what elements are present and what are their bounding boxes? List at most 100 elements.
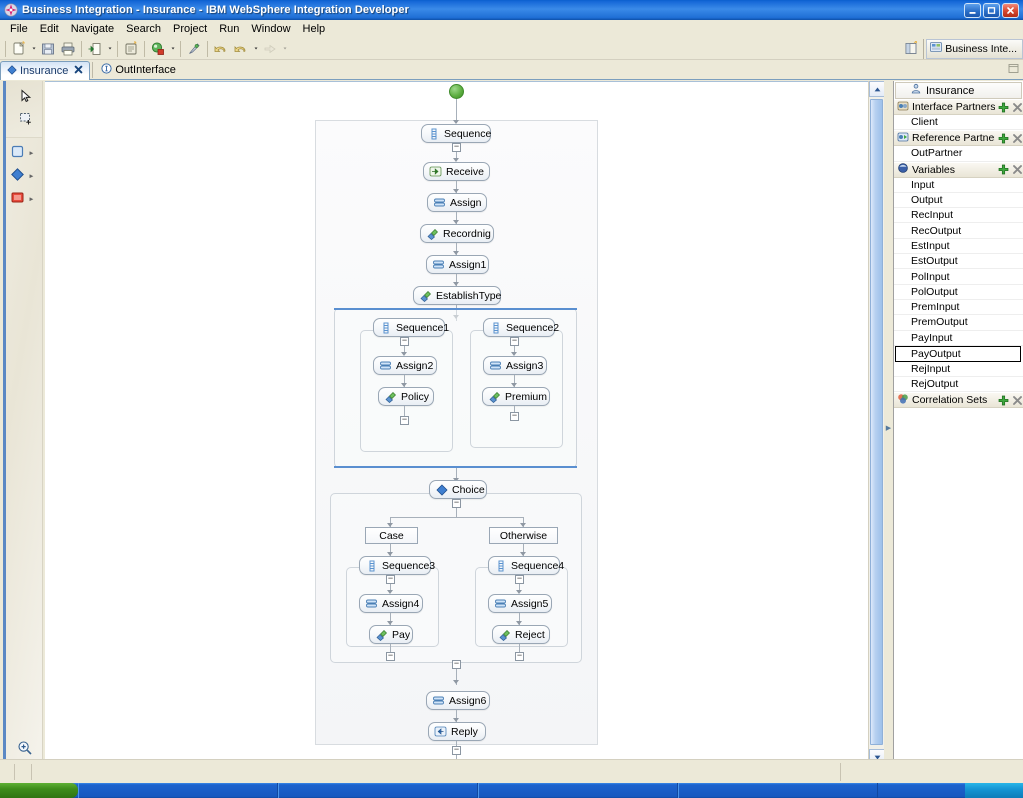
close-button[interactable]: [1002, 2, 1019, 18]
tab-outinterface[interactable]: OutInterface: [95, 60, 182, 79]
outline-item-estoutput[interactable]: EstOutput: [894, 254, 1023, 270]
menu-project[interactable]: Project: [167, 22, 213, 36]
add-green-plus-icon[interactable]: [998, 164, 1009, 175]
node-receive[interactable]: Receive: [423, 162, 490, 181]
collapse-toggle[interactable]: [515, 652, 524, 661]
node-pay[interactable]: Pay: [369, 625, 413, 644]
taskbar-item[interactable]: [478, 783, 678, 798]
panel-collapse-handle[interactable]: ▶: [884, 81, 893, 775]
select-tool[interactable]: [15, 86, 37, 106]
tab-close-icon[interactable]: [74, 65, 83, 77]
canvas-vertical-scrollbar[interactable]: [868, 81, 885, 775]
node-assign5[interactable]: Assign5: [488, 594, 552, 613]
outline-item-poloutput[interactable]: PolOutput: [894, 285, 1023, 300]
node-assign2[interactable]: Assign2: [373, 356, 437, 375]
delete-x-icon[interactable]: [1012, 133, 1023, 144]
new-wizard-icon[interactable]: [9, 40, 29, 58]
node-sequence1[interactable]: Sequence1: [373, 318, 449, 337]
menu-edit[interactable]: Edit: [34, 22, 65, 36]
taskbar-item[interactable]: [678, 783, 878, 798]
debug-dropdown-icon[interactable]: [168, 40, 177, 58]
redo-icon[interactable]: [231, 40, 251, 58]
bpel-diagram[interactable]: Sequence Receive: [45, 82, 868, 775]
collapse-toggle[interactable]: [515, 575, 524, 584]
section-variables[interactable]: Variables: [894, 161, 1023, 178]
collapse-toggle[interactable]: [400, 337, 409, 346]
outline-item-recoutput[interactable]: RecOutput: [894, 223, 1023, 239]
node-recordnig[interactable]: Recordnig: [420, 224, 494, 243]
outline-item-payoutput[interactable]: PayOutput: [895, 345, 1021, 362]
collapse-toggle[interactable]: [400, 416, 409, 425]
minimize-button[interactable]: [964, 2, 981, 18]
outline-item-outpartner[interactable]: OutPartner: [894, 146, 1023, 162]
save-icon[interactable]: [38, 40, 58, 58]
redo-dropdown-icon[interactable]: [251, 40, 260, 58]
undo-icon[interactable]: [211, 40, 231, 58]
outline-item-input[interactable]: Input: [894, 178, 1023, 193]
collapse-toggle[interactable]: [510, 337, 519, 346]
run-icon[interactable]: [184, 40, 204, 58]
system-tray[interactable]: [965, 783, 1023, 798]
node-establishtype[interactable]: EstablishType: [413, 286, 501, 305]
palette-drawer-faults[interactable]: [10, 189, 44, 209]
taskbar-item[interactable]: [78, 783, 278, 798]
drawer-flyout-icon[interactable]: [29, 173, 34, 180]
collapse-toggle[interactable]: [452, 143, 461, 152]
delete-x-icon[interactable]: [1012, 102, 1023, 113]
add-green-plus-icon[interactable]: [998, 102, 1009, 113]
taskbar-item[interactable]: [278, 783, 478, 798]
outline-item-client[interactable]: Client: [894, 115, 1023, 131]
outline-item-recinput[interactable]: RecInput: [894, 208, 1023, 224]
node-sequence4[interactable]: Sequence4: [488, 556, 564, 575]
process-editor-canvas[interactable]: Sequence Receive: [45, 81, 868, 775]
drawer-flyout-icon[interactable]: [29, 196, 34, 203]
outline-title[interactable]: Insurance: [895, 82, 1022, 99]
perspective-button[interactable]: Business Inte...: [926, 38, 1023, 59]
outline-item-payinput[interactable]: PayInput: [894, 331, 1023, 346]
node-assign1[interactable]: Assign1: [426, 255, 489, 274]
process-outline-panel[interactable]: Insurance Interface Partners Client Refe…: [893, 81, 1023, 775]
node-assign6[interactable]: Assign6: [426, 691, 490, 710]
menu-run[interactable]: Run: [213, 22, 245, 36]
print-icon[interactable]: [58, 40, 78, 58]
open-perspective-icon[interactable]: [901, 40, 921, 58]
new-wizard-dropdown-icon[interactable]: [29, 40, 38, 58]
menu-help[interactable]: Help: [297, 22, 332, 36]
menu-search[interactable]: Search: [120, 22, 167, 36]
node-policy[interactable]: Policy: [378, 387, 434, 406]
build-icon[interactable]: [121, 40, 141, 58]
node-case[interactable]: Case: [365, 527, 418, 544]
export-dropdown-icon[interactable]: [105, 40, 114, 58]
node-premium[interactable]: Premium: [482, 387, 550, 406]
collapse-toggle[interactable]: [452, 746, 461, 755]
outline-item-preminput[interactable]: PremInput: [894, 300, 1023, 316]
outline-item-polinput[interactable]: PolInput: [894, 269, 1023, 285]
collapse-toggle[interactable]: [386, 652, 395, 661]
scroll-up-button[interactable]: [869, 81, 885, 97]
node-assign4[interactable]: Assign4: [359, 594, 423, 613]
maximize-button[interactable]: [983, 2, 1000, 18]
menu-navigate[interactable]: Navigate: [65, 22, 120, 36]
node-reject[interactable]: Reject: [492, 625, 550, 644]
node-assign3[interactable]: Assign3: [483, 356, 547, 375]
node-assign[interactable]: Assign: [427, 193, 487, 212]
zoom-in-tool[interactable]: [15, 738, 35, 758]
scrollbar-thumb[interactable]: [870, 99, 883, 745]
collapse-toggle[interactable]: [452, 499, 461, 508]
add-green-plus-icon[interactable]: [998, 395, 1009, 406]
collapse-toggle[interactable]: [510, 412, 519, 421]
collapse-toggle[interactable]: [386, 575, 395, 584]
node-sequence2[interactable]: Sequence2: [483, 318, 559, 337]
debug-icon[interactable]: [148, 40, 168, 58]
add-green-plus-icon[interactable]: [998, 133, 1009, 144]
export-icon[interactable]: [85, 40, 105, 58]
start-button[interactable]: [0, 783, 78, 798]
forward-dropdown-icon[interactable]: [280, 40, 289, 58]
tab-insurance[interactable]: Insurance: [0, 61, 91, 80]
delete-x-icon[interactable]: [1012, 164, 1023, 175]
start-terminal[interactable]: [449, 84, 464, 99]
marquee-tool[interactable]: [15, 108, 37, 128]
editor-menu-icon[interactable]: [1007, 62, 1023, 78]
outline-item-estinput[interactable]: EstInput: [894, 239, 1023, 255]
outline-item-premoutput[interactable]: PremOutput: [894, 315, 1023, 331]
